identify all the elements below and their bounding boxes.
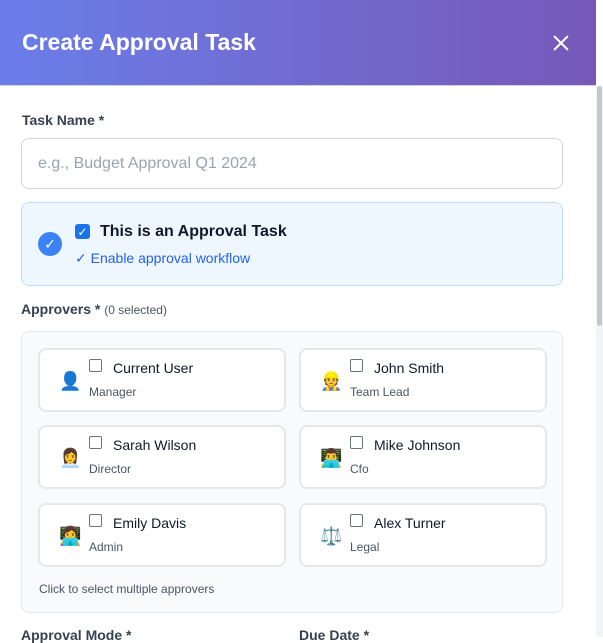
approval-task-box: ✓ ✓ This is an Approval Task ✓ Enable ap… <box>21 202 563 286</box>
approver-name: Emily Davis <box>113 515 187 531</box>
scrollbar-thumb[interactable] <box>597 86 602 326</box>
task-name-input[interactable] <box>21 138 563 189</box>
approver-card[interactable]: 👩‍💼 Sarah Wilson Director <box>38 425 286 489</box>
approver-name: Alex Turner <box>374 515 446 531</box>
worker-icon: 👷 <box>320 371 343 391</box>
approval-task-checkbox[interactable]: ✓ <box>75 224 90 239</box>
approver-checkbox[interactable] <box>350 436 363 449</box>
create-approval-task-modal: Create Approval Task Task Name * ✓ ✓ Thi… <box>0 0 596 643</box>
scrollbar[interactable] <box>596 86 603 637</box>
office-worker-icon: 👩‍💼 <box>59 448 82 468</box>
approval-mode-label: Approval Mode * <box>21 627 132 643</box>
close-icon[interactable] <box>548 30 574 56</box>
approver-card[interactable]: 👩‍💻 Emily Davis Admin <box>38 503 286 567</box>
approvers-label: Approvers * (0 selected) <box>21 301 167 317</box>
user-silhouette-icon: 👤 <box>59 371 82 391</box>
approver-role: Cfo <box>350 462 369 476</box>
approver-role: Team Lead <box>350 385 410 399</box>
scales-icon: ⚖️ <box>320 526 343 546</box>
approvers-label-text: Approvers * <box>21 301 101 317</box>
approval-task-label: This is an Approval Task <box>100 223 287 240</box>
approver-card[interactable]: ⚖️ Alex Turner Legal <box>299 503 547 567</box>
approver-checkbox[interactable] <box>350 514 363 527</box>
modal-header: Create Approval Task <box>0 0 596 86</box>
check-circle-icon: ✓ <box>38 232 62 256</box>
approvers-list: 👤 Current User Manager 👷 John Smith Team… <box>21 331 563 613</box>
approver-checkbox[interactable] <box>89 436 102 449</box>
approver-role: Manager <box>89 385 137 399</box>
due-date-label: Due Date * <box>299 627 370 643</box>
approvers-hint: Click to select multiple approvers <box>39 582 215 596</box>
approver-name: Mike Johnson <box>374 437 461 453</box>
approval-workflow-subtitle: ✓ Enable approval workflow <box>75 250 251 266</box>
approver-name: Sarah Wilson <box>113 437 197 453</box>
approver-card[interactable]: 👤 Current User Manager <box>38 348 286 412</box>
approver-checkbox[interactable] <box>350 359 363 372</box>
technologist-icon: 👨‍💻 <box>320 448 343 468</box>
modal-title: Create Approval Task <box>22 29 256 55</box>
approver-role: Admin <box>89 540 124 554</box>
approver-name: Current User <box>113 360 194 376</box>
approver-checkbox[interactable] <box>89 514 102 527</box>
approver-name: John Smith <box>374 360 445 376</box>
approver-card[interactable]: 👷 John Smith Team Lead <box>299 348 547 412</box>
approvers-selected-count: (0 selected) <box>104 303 167 317</box>
approver-checkbox[interactable] <box>89 359 102 372</box>
approver-role: Director <box>89 462 132 476</box>
approver-role: Legal <box>350 540 380 554</box>
technologist-icon: 👩‍💻 <box>59 526 82 546</box>
approver-card[interactable]: 👨‍💻 Mike Johnson Cfo <box>299 425 547 489</box>
task-name-label: Task Name * <box>22 112 105 128</box>
